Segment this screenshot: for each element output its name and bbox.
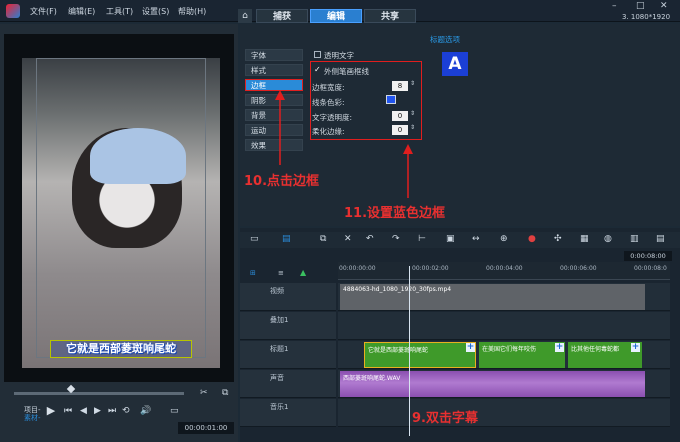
- settings-icon[interactable]: ▤: [656, 234, 665, 244]
- preview-subtitle[interactable]: 它就是西部菱斑响尾蛇: [50, 340, 192, 358]
- redo-icon[interactable]: ↷: [392, 234, 400, 244]
- home-icon[interactable]: ⌂: [238, 9, 252, 23]
- side-tab-font[interactable]: 字体: [245, 49, 303, 61]
- record-icon[interactable]: ●: [528, 234, 536, 244]
- title-clip[interactable]: 它就是西部菱斑响尾蛇: [364, 342, 476, 368]
- copy-tool-icon[interactable]: ⧉: [320, 234, 326, 244]
- ruler-tick: 00:00:04:00: [486, 265, 523, 272]
- menu-help[interactable]: 帮助(H): [178, 6, 206, 17]
- voice-clip[interactable]: 西部菱斑响尾蛇.WAV: [340, 371, 645, 397]
- track-header-music[interactable]: 音乐1: [240, 399, 336, 427]
- track-name: 声音: [270, 374, 284, 382]
- transparent-text-label: 透明文字: [324, 51, 354, 60]
- screen-icon[interactable]: ▭: [170, 406, 179, 416]
- current-time-field[interactable]: 0:00:08:00: [624, 251, 672, 261]
- repeat-icon[interactable]: ⟲: [122, 406, 130, 416]
- menu-file[interactable]: 文件(F): [30, 6, 57, 17]
- tab-edit[interactable]: 编辑: [310, 9, 362, 23]
- close-icon[interactable]: ✕: [660, 1, 668, 11]
- subtitle-icon[interactable]: ▥: [630, 234, 639, 244]
- track-name: 音乐1: [270, 403, 289, 411]
- preview-timecode[interactable]: 00:00:01:00: [178, 422, 234, 434]
- volume-icon[interactable]: 🔊: [140, 406, 151, 416]
- app-logo-icon: [6, 4, 20, 18]
- label-clip[interactable]: 素材-: [24, 413, 41, 423]
- annotation-step11: 11.设置蓝色边框: [344, 206, 446, 221]
- track-name: 视频: [270, 287, 284, 295]
- playhead[interactable]: [409, 266, 410, 436]
- split-icon[interactable]: ⊢: [418, 234, 426, 244]
- fast-forward-icon[interactable]: ⏭: [108, 406, 116, 416]
- menu-edit[interactable]: 编辑(E): [68, 6, 95, 17]
- fit-icon[interactable]: ↔: [472, 234, 480, 244]
- title-clip[interactable]: 在美国它们每年咬伤: [479, 342, 565, 368]
- add-title-icon[interactable]: +: [631, 343, 640, 352]
- track-header-title[interactable]: 标题1: [240, 341, 336, 369]
- track-name: 叠加1: [270, 316, 289, 324]
- text-style-sample: A: [442, 52, 468, 76]
- annotation-step10: 10.点击边框: [244, 174, 320, 189]
- add-track-icon[interactable]: ≡: [278, 269, 284, 277]
- menu-bar: 文件(F) 编辑(E) 工具(T) 设置(S) 帮助(H) ⌂ 捕获 编辑 共享…: [0, 0, 680, 23]
- video-clip[interactable]: 4884063-hd_1080_1920_30fps.mp4: [340, 284, 645, 310]
- title-safe-area: [36, 58, 206, 358]
- storyboard-view-icon[interactable]: ▭: [250, 234, 259, 244]
- lane-music[interactable]: [338, 399, 670, 427]
- undo-icon[interactable]: ↶: [366, 234, 374, 244]
- add-title-icon[interactable]: +: [466, 343, 475, 352]
- track-manager-icon[interactable]: ⊞: [250, 269, 256, 277]
- audio-mix-icon[interactable]: ▦: [580, 234, 589, 244]
- mix-tool-icon[interactable]: ✕: [344, 234, 352, 244]
- ruler-tick: 00:00:06:00: [560, 265, 597, 272]
- marker-icon[interactable]: ▲: [300, 268, 306, 277]
- ruler-tick: 00:00:08:0: [634, 265, 667, 272]
- add-title-icon[interactable]: +: [555, 343, 564, 352]
- minimize-icon[interactable]: –: [612, 1, 617, 11]
- transparent-text-checkbox[interactable]: [314, 51, 321, 58]
- motion-icon[interactable]: ✣: [554, 234, 562, 244]
- copy-icon[interactable]: ⧉: [222, 388, 228, 398]
- track-header-overlay[interactable]: 叠加1: [240, 312, 336, 340]
- track-header-voice[interactable]: 声音: [240, 370, 336, 398]
- rewind-icon[interactable]: ⏮: [64, 406, 72, 416]
- menu-settings[interactable]: 设置(S): [142, 6, 169, 17]
- lane-overlay[interactable]: [338, 312, 670, 340]
- ruler-tick: 00:00:02:00: [412, 265, 449, 272]
- annotation-step9: 9.双击字幕: [412, 411, 478, 426]
- step-back-icon[interactable]: ◀: [80, 406, 87, 416]
- ruler-tick: 00:00:00:00: [339, 265, 376, 272]
- track-name: 标题1: [270, 345, 289, 353]
- track-header-video[interactable]: 视频: [240, 283, 336, 311]
- project-resolution: 3. 1080*1920: [622, 13, 671, 21]
- menu-tools[interactable]: 工具(T): [106, 6, 133, 17]
- trim-icon[interactable]: ✂: [200, 388, 208, 398]
- tab-share[interactable]: 共享: [364, 9, 416, 23]
- crop-icon[interactable]: ⊕: [500, 234, 508, 244]
- tab-capture[interactable]: 捕获: [256, 9, 308, 23]
- maximize-icon[interactable]: □: [636, 1, 645, 11]
- step-forward-icon[interactable]: ▶: [94, 406, 101, 416]
- color-icon[interactable]: ◍: [604, 234, 612, 244]
- side-tab-style[interactable]: 样式: [245, 64, 303, 76]
- timeline-toolbar: [240, 232, 680, 248]
- timeline-view-icon[interactable]: ▤: [282, 234, 291, 244]
- scrub-bar[interactable]: [14, 392, 184, 395]
- picture-icon[interactable]: ▣: [446, 234, 455, 244]
- play-button[interactable]: ▶: [44, 404, 58, 418]
- options-title: 标题选项: [430, 35, 460, 44]
